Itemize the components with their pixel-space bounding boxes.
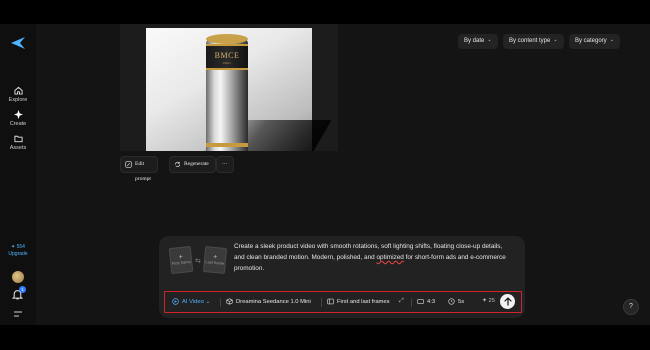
- nav-create[interactable]: Create: [0, 110, 36, 127]
- credit-cost-value: 25: [488, 298, 495, 304]
- ai-video-icon: [172, 298, 179, 305]
- frames-mode-selector[interactable]: First and last frames: [327, 298, 390, 305]
- filter-by-date-label: By date: [464, 38, 485, 44]
- aspect-ratio-icon: [417, 299, 424, 304]
- chevron-down-icon: ⌄: [487, 37, 492, 43]
- help-button[interactable]: ?: [623, 299, 639, 315]
- model-selector[interactable]: Dreamina Seedance 1.0 Mini: [226, 298, 311, 305]
- nav-assets-label: Assets: [9, 145, 27, 151]
- edit-prompt-label: Edit prompt: [135, 161, 151, 182]
- top-letterbox: [0, 0, 650, 24]
- nav-assets[interactable]: Assets: [0, 134, 36, 151]
- credit-sparkle-icon: ✦: [482, 298, 487, 304]
- prompt-input[interactable]: Create a sleek product video with smooth…: [234, 241, 509, 274]
- cap-base-ring: [206, 143, 248, 147]
- chevron-down-icon: ⌄: [553, 37, 558, 43]
- credits-count: ✦ 554: [11, 244, 25, 250]
- clock-icon: [448, 298, 455, 305]
- menu-icon[interactable]: [13, 310, 23, 318]
- regenerate-icon: [174, 161, 181, 168]
- brand-subtext: PARIS: [222, 61, 232, 65]
- regenerate-button[interactable]: Regenerate: [169, 156, 216, 173]
- first-frame-label: First frame: [171, 259, 192, 266]
- aspect-ratio-label: 4:3: [427, 299, 436, 305]
- spellcheck-word: optimized: [376, 254, 404, 261]
- generated-image[interactable]: BMCE PARIS: [120, 24, 338, 151]
- filter-content-type-label: By content type: [509, 38, 551, 44]
- toolbar-divider: [321, 298, 322, 307]
- help-icon: ?: [629, 303, 633, 310]
- more-options-button[interactable]: ···: [216, 156, 234, 173]
- credits-widget[interactable]: ✦ 554 Upgrade: [0, 244, 36, 258]
- send-button[interactable]: [500, 294, 515, 309]
- arrow-up-icon: [503, 297, 512, 306]
- duration-selector[interactable]: 5s: [448, 298, 464, 305]
- credit-cost: ✦ 25: [482, 298, 495, 304]
- last-frame-upload[interactable]: + Last frame: [202, 246, 228, 274]
- chevron-down-icon: ⌄: [205, 299, 211, 305]
- model-cube-icon: [226, 298, 233, 305]
- aspect-ratio-selector[interactable]: 4:3: [417, 298, 435, 305]
- nav-explore-label: Explore: [8, 97, 28, 103]
- home-icon: [13, 86, 23, 95]
- avatar[interactable]: [12, 271, 24, 283]
- notification-badge: 1: [19, 286, 26, 293]
- mode-label: AI Video: [182, 299, 204, 305]
- edit-prompt-button[interactable]: Edit prompt: [120, 156, 158, 182]
- nav-explore[interactable]: Explore: [0, 86, 36, 103]
- generation-toolbar: AI Video ⌄ Dreamina Seedance 1.0 Mini Fi…: [164, 291, 522, 313]
- mode-selector[interactable]: AI Video ⌄: [172, 298, 210, 305]
- upgrade-link[interactable]: Upgrade: [0, 251, 36, 258]
- filter-by-content-type[interactable]: By content type ⌄: [503, 34, 564, 49]
- filter-by-category[interactable]: By category ⌄: [569, 34, 620, 49]
- frames-label: First and last frames: [337, 299, 390, 305]
- frames-icon: [327, 298, 334, 305]
- brand-logo-text: BMCE: [214, 51, 240, 60]
- filter-category-label: By category: [575, 38, 607, 44]
- cap-top: [206, 34, 248, 44]
- sidebar: Explore Create Assets ✦ 554 Upgrade 1: [0, 24, 36, 325]
- bottom-letterbox: [0, 325, 650, 350]
- regenerate-label: Regenerate: [184, 161, 209, 167]
- model-label: Dreamina Seedance 1.0 Mini: [236, 299, 311, 305]
- edit-icon: [125, 161, 132, 168]
- logo-icon[interactable]: [10, 36, 26, 50]
- folder-icon: [13, 135, 23, 143]
- toolbar-divider: [220, 298, 221, 307]
- first-frame-upload[interactable]: + First frame: [168, 245, 194, 275]
- toolbar-divider: [411, 298, 412, 307]
- expand-icon[interactable]: ⤢: [399, 298, 404, 305]
- nav-create-label: Create: [9, 121, 27, 127]
- swap-frames-icon[interactable]: ⇆: [195, 257, 201, 265]
- filter-by-date[interactable]: By date ⌄: [458, 34, 498, 49]
- chevron-down-icon: ⌄: [609, 37, 614, 43]
- last-frame-label: Last frame: [205, 259, 225, 266]
- duration-label: 5s: [458, 299, 465, 305]
- sparkle-icon: [13, 110, 23, 119]
